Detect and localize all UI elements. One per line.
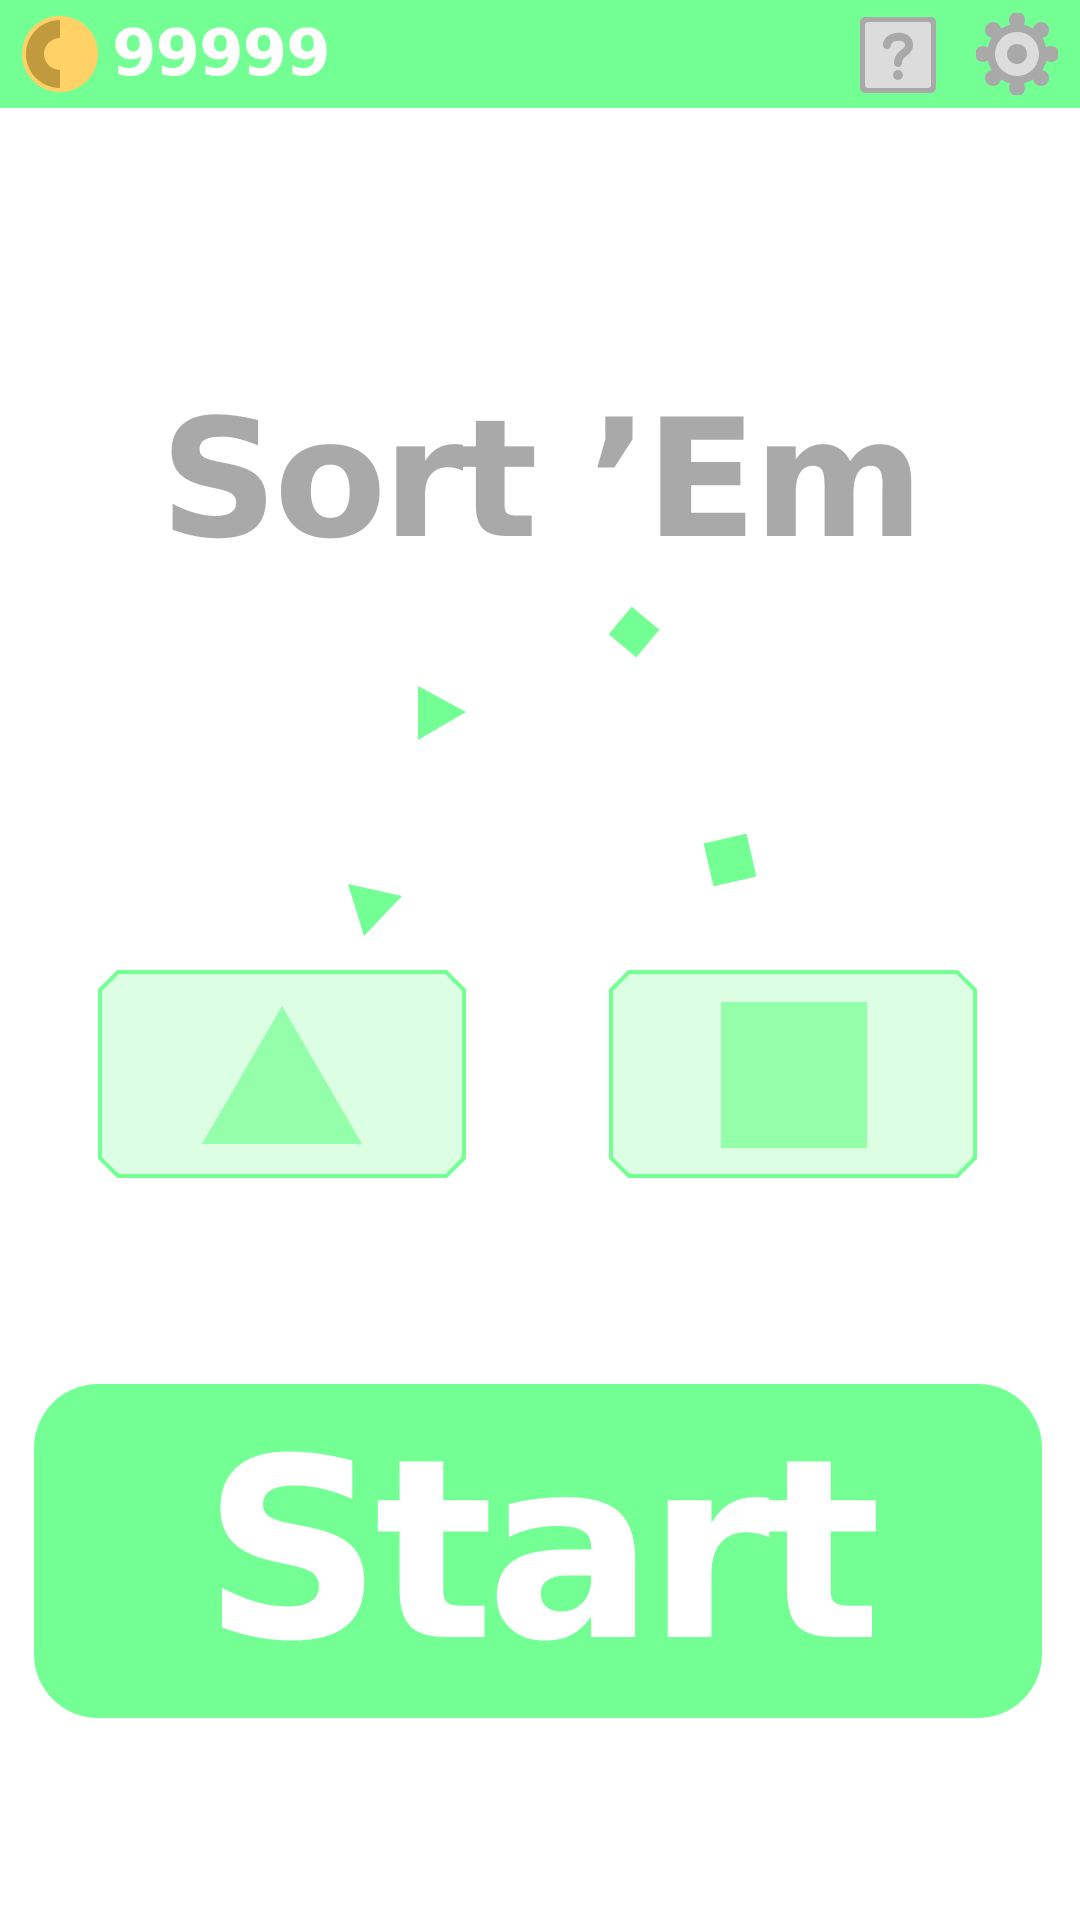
- question-mark-icon: [860, 17, 936, 93]
- triangle-bin[interactable]: [98, 970, 466, 1178]
- coin-count: 99999: [112, 17, 331, 91]
- square-icon: [721, 1002, 867, 1148]
- falling-triangle-shape: [418, 686, 466, 740]
- game-screen: 99999 Sort ’Em Start: [0, 0, 1080, 1920]
- gear-icon: [976, 13, 1058, 95]
- square-bin[interactable]: [609, 970, 977, 1178]
- start-button[interactable]: Start: [34, 1384, 1042, 1718]
- game-title: Sort ’Em: [159, 384, 924, 575]
- start-button-label: Start: [202, 1405, 881, 1696]
- falling-triangle-shape: [348, 884, 402, 936]
- top-bar: 99999: [0, 0, 1080, 108]
- settings-button[interactable]: [976, 13, 1058, 95]
- coin-icon: [22, 16, 98, 92]
- falling-square-shape: [703, 833, 757, 887]
- falling-square-shape: [608, 606, 660, 658]
- help-button[interactable]: [860, 17, 936, 93]
